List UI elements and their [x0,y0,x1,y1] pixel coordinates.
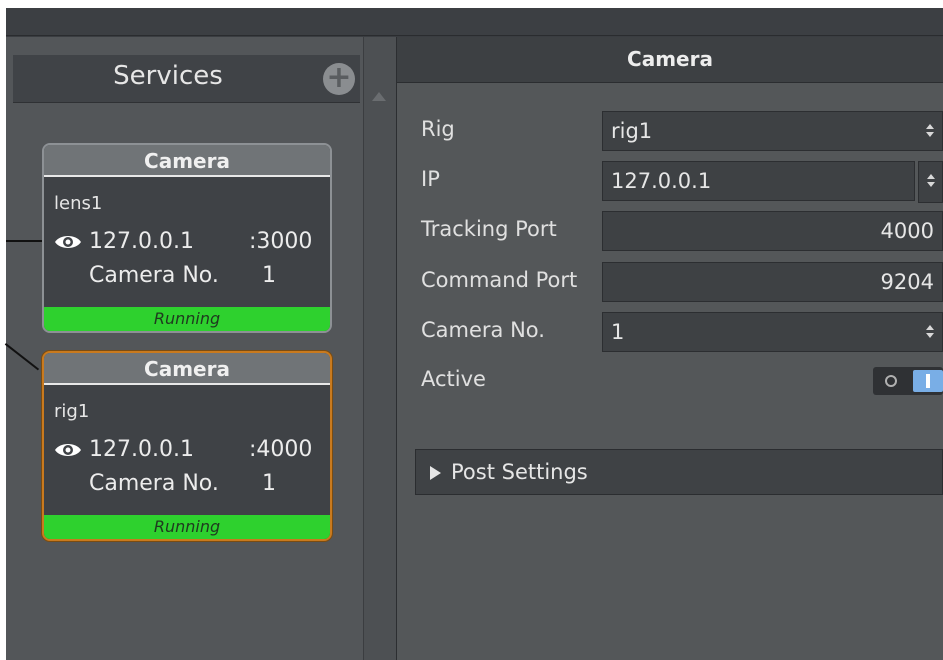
eye-icon[interactable] [54,233,82,251]
status-badge: Running [44,307,330,331]
tracking-port-input[interactable]: 4000 [602,211,943,251]
vertical-scrollbar[interactable] [363,37,397,660]
ip-label: IP [421,167,440,191]
card-camera-number: 1 [262,263,276,288]
properties-title: Camera [397,37,943,83]
app-window: Services + Camera lens1 127.0.0.1 :3000 … [4,8,943,660]
ip-dropdown-button[interactable] [918,161,943,203]
service-card-rig1[interactable]: Camera rig1 127.0.0.1 :4000 Camera No. 1… [42,351,332,541]
rig-label: Rig [421,117,455,141]
properties-pane: Camera Rig rig1 IP 127.0.0.1 Tracking Po… [397,37,943,660]
card-camera-label: Camera No. [89,471,219,496]
services-pane [6,37,363,660]
card-port: :3000 [249,229,313,254]
card-body: rig1 127.0.0.1 :4000 Camera No. 1 [44,385,330,515]
rig-value: rig1 [611,119,653,143]
camera-no-label: Camera No. [421,318,545,342]
connection-line [6,240,42,242]
plus-circle-icon: + [326,60,352,95]
card-device-name: rig1 [54,401,90,422]
services-header: Services + [13,55,360,103]
top-bar [6,8,943,36]
eye-icon[interactable] [54,441,82,459]
services-title: Services [113,61,223,91]
card-ip: 127.0.0.1 [89,437,194,462]
ip-value: 127.0.0.1 [611,169,712,193]
camera-no-value: 1 [611,320,625,344]
camera-no-select[interactable]: 1 [602,312,943,352]
status-badge: Running [44,515,330,539]
active-toggle[interactable] [873,367,943,395]
card-ip: 127.0.0.1 [89,229,194,254]
post-settings-expander[interactable]: Post Settings [415,449,943,495]
post-settings-label: Post Settings [451,460,588,484]
add-service-button[interactable]: + [323,63,355,95]
updown-arrows-icon [927,174,935,188]
command-port-input[interactable]: 9204 [602,262,943,302]
card-body: lens1 127.0.0.1 :3000 Camera No. 1 [44,177,330,307]
card-device-name: lens1 [54,193,103,214]
card-port: :4000 [249,437,313,462]
card-header: Camera [44,353,330,385]
toggle-off-icon [885,375,897,387]
toggle-on-icon [913,370,943,392]
ip-field[interactable]: 127.0.0.1 [602,161,915,201]
updown-arrows-icon [926,124,934,138]
rig-select[interactable]: rig1 [602,111,943,151]
card-camera-label: Camera No. [89,263,219,288]
tracking-port-label: Tracking Port [421,217,557,241]
command-port-label: Command Port [421,268,578,292]
active-label: Active [421,367,486,391]
card-header: Camera [44,145,330,177]
scroll-up-arrow-icon[interactable] [372,92,386,101]
updown-arrows-icon [926,325,934,339]
expand-triangle-icon [430,466,441,480]
service-card-lens1[interactable]: Camera lens1 127.0.0.1 :3000 Camera No. … [42,143,332,333]
card-camera-number: 1 [262,471,276,496]
